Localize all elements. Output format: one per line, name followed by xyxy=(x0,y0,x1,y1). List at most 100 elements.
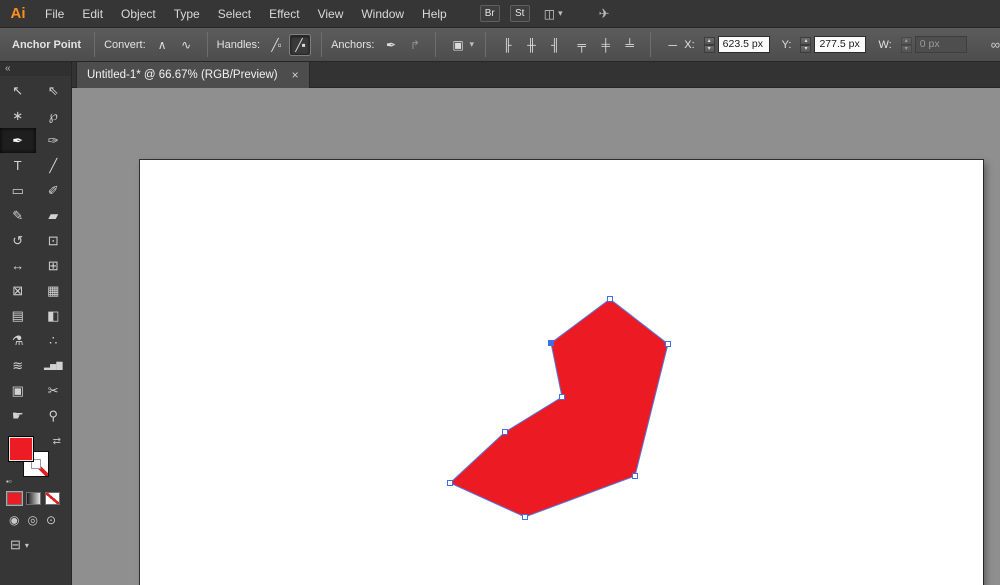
align-left-icon[interactable]: ╟ xyxy=(497,35,517,55)
delete-anchor-icon[interactable]: ✒ xyxy=(380,35,400,55)
menu-file[interactable]: File xyxy=(36,0,73,28)
chevron-down-icon[interactable]: ▾ xyxy=(469,39,474,50)
line-segment-tool[interactable]: ╱ xyxy=(36,153,72,178)
hide-handles-icon[interactable]: ╱▫ xyxy=(266,35,286,55)
artboard-tool[interactable]: ▣ xyxy=(0,378,36,403)
draw-behind-icon[interactable]: ◎ xyxy=(27,513,37,527)
screen-mode-control[interactable]: ⊟ ▾ xyxy=(0,527,71,553)
menu-view[interactable]: View xyxy=(309,0,353,28)
x-input[interactable]: 623.5 px xyxy=(718,36,770,53)
menu-items: FileEditObjectTypeSelectEffectViewWindow… xyxy=(36,0,456,28)
pen-tool[interactable]: ✒ xyxy=(0,128,36,153)
menu-type[interactable]: Type xyxy=(165,0,209,28)
align-right-icon[interactable]: ╢ xyxy=(545,35,565,55)
canvas-area[interactable] xyxy=(72,88,1000,585)
eraser-tool[interactable]: ▰ xyxy=(36,203,72,228)
paintbrush-tool[interactable]: ✐ xyxy=(36,178,72,203)
stepper-down-icon: ▾ xyxy=(901,45,912,53)
zoom-tool[interactable]: ⚲ xyxy=(36,403,72,428)
gradient-tool[interactable]: ◧ xyxy=(36,303,72,328)
anchor-point-selected[interactable] xyxy=(549,341,554,346)
control-bar: Anchor Point Convert: ∧∿ Handles: ╱▫╱▪ A… xyxy=(0,28,1000,62)
none-button[interactable] xyxy=(45,492,60,505)
pencil-tool[interactable]: ✎ xyxy=(0,203,36,228)
anchor-point[interactable] xyxy=(560,395,565,400)
show-handles-icon[interactable]: ╱▪ xyxy=(290,35,310,55)
panel-collapse-icon[interactable]: « xyxy=(0,62,71,76)
menu-help[interactable]: Help xyxy=(413,0,456,28)
symbol-sprayer-tool[interactable]: ≋ xyxy=(0,353,36,378)
rotate-tool[interactable]: ↺ xyxy=(0,228,36,253)
divider xyxy=(207,32,208,57)
drawn-shape[interactable] xyxy=(450,299,668,517)
bridge-icon[interactable]: Br xyxy=(480,5,500,22)
w-field-group: W: ▴ ▾ 0 px xyxy=(878,36,966,53)
anchor-point[interactable] xyxy=(503,430,508,435)
align-v-center-icon[interactable]: ╪ xyxy=(595,35,615,55)
curvature-tool[interactable]: ✑ xyxy=(36,128,72,153)
workspace-switcher[interactable]: ◫ ▾ xyxy=(544,7,563,21)
stepper-up-icon[interactable]: ▴ xyxy=(704,37,715,45)
anchor-point[interactable] xyxy=(608,297,613,302)
perspective-grid-tool[interactable]: ▦ xyxy=(36,278,72,303)
menu-effect[interactable]: Effect xyxy=(260,0,308,28)
stepper-up-icon[interactable]: ▴ xyxy=(800,37,811,45)
gpu-performance-icon[interactable]: ✈ xyxy=(599,6,610,22)
context-label: Anchor Point xyxy=(12,39,81,51)
connect-anchors-icon[interactable]: ↱ xyxy=(404,35,424,55)
anchor-point[interactable] xyxy=(523,515,528,520)
anchor-point[interactable] xyxy=(666,342,671,347)
x-field-group: X: ▴ ▾ 623.5 px xyxy=(684,36,769,53)
distribute-spacing-icon[interactable]: ─ xyxy=(662,35,682,55)
document-tab[interactable]: Untitled-1* @ 66.67% (RGB/Preview) × xyxy=(76,62,310,88)
close-icon[interactable]: × xyxy=(292,68,299,82)
direct-selection-tool[interactable]: ⇖ xyxy=(36,78,72,103)
stock-icon[interactable]: St xyxy=(510,5,530,22)
chevron-down-icon: ▾ xyxy=(25,541,29,550)
menu-select[interactable]: Select xyxy=(209,0,260,28)
tools-panel: « ↖⇖∗℘✒✑T╱▭✐✎▰↺⊡↔⊞⊠▦▤◧⚗∴≋▂▅▇▣✂☛⚲ ⇄ ▪▫ ◉ ◎… xyxy=(0,62,72,585)
convert-to-smooth-icon[interactable]: ∿ xyxy=(176,35,196,55)
align-vertical-group: ╤╪╧ xyxy=(569,35,641,55)
convert-to-corner-icon[interactable]: ∧ xyxy=(152,35,172,55)
shape-builder-tool[interactable]: ⊠ xyxy=(0,278,36,303)
column-graph-tool[interactable]: ▂▅▇ xyxy=(36,353,72,378)
align-top-icon[interactable]: ╤ xyxy=(571,35,591,55)
width-tool[interactable]: ↔ xyxy=(0,253,36,278)
menu-edit[interactable]: Edit xyxy=(73,0,112,28)
selection-tool[interactable]: ↖ xyxy=(0,78,36,103)
menu-window[interactable]: Window xyxy=(352,0,413,28)
anchor-point[interactable] xyxy=(633,474,638,479)
gradient-button[interactable] xyxy=(26,492,41,505)
fill-swatch[interactable] xyxy=(8,436,34,462)
draw-inside-icon[interactable]: ⊙ xyxy=(46,513,56,527)
link-dimensions-icon[interactable]: ∞ xyxy=(991,37,1000,52)
blend-tool[interactable]: ∴ xyxy=(36,328,72,353)
y-stepper[interactable]: ▴ ▾ xyxy=(800,37,811,53)
stepper-down-icon[interactable]: ▾ xyxy=(704,45,715,53)
default-fill-stroke-icon[interactable]: ▪▫ xyxy=(6,478,12,486)
align-h-center-icon[interactable]: ╫ xyxy=(521,35,541,55)
slice-tool[interactable]: ✂ xyxy=(36,378,72,403)
hand-tool[interactable]: ☛ xyxy=(0,403,36,428)
tools-grid: ↖⇖∗℘✒✑T╱▭✐✎▰↺⊡↔⊞⊠▦▤◧⚗∴≋▂▅▇▣✂☛⚲ xyxy=(0,76,71,428)
stepper-down-icon[interactable]: ▾ xyxy=(800,45,811,53)
y-input[interactable]: 277.5 px xyxy=(814,36,866,53)
x-stepper[interactable]: ▴ ▾ xyxy=(704,37,715,53)
swap-fill-stroke-icon[interactable]: ⇄ xyxy=(53,436,61,447)
change-screen-mode-icon: ⊟ xyxy=(10,537,21,553)
anchor-point[interactable] xyxy=(448,481,453,486)
menu-object[interactable]: Object xyxy=(112,0,165,28)
draw-normal-icon[interactable]: ◉ xyxy=(9,513,19,527)
scale-tool[interactable]: ⊡ xyxy=(36,228,72,253)
isolate-selected-object-icon[interactable]: ▣ xyxy=(447,35,467,55)
eyedropper-tool[interactable]: ⚗ xyxy=(0,328,36,353)
color-button[interactable] xyxy=(7,492,22,505)
type-tool[interactable]: T xyxy=(0,153,36,178)
mesh-tool[interactable]: ▤ xyxy=(0,303,36,328)
lasso-tool[interactable]: ℘ xyxy=(36,103,72,128)
align-bottom-icon[interactable]: ╧ xyxy=(619,35,639,55)
rectangle-tool[interactable]: ▭ xyxy=(0,178,36,203)
magic-wand-tool[interactable]: ∗ xyxy=(0,103,36,128)
free-transform-tool[interactable]: ⊞ xyxy=(36,253,72,278)
